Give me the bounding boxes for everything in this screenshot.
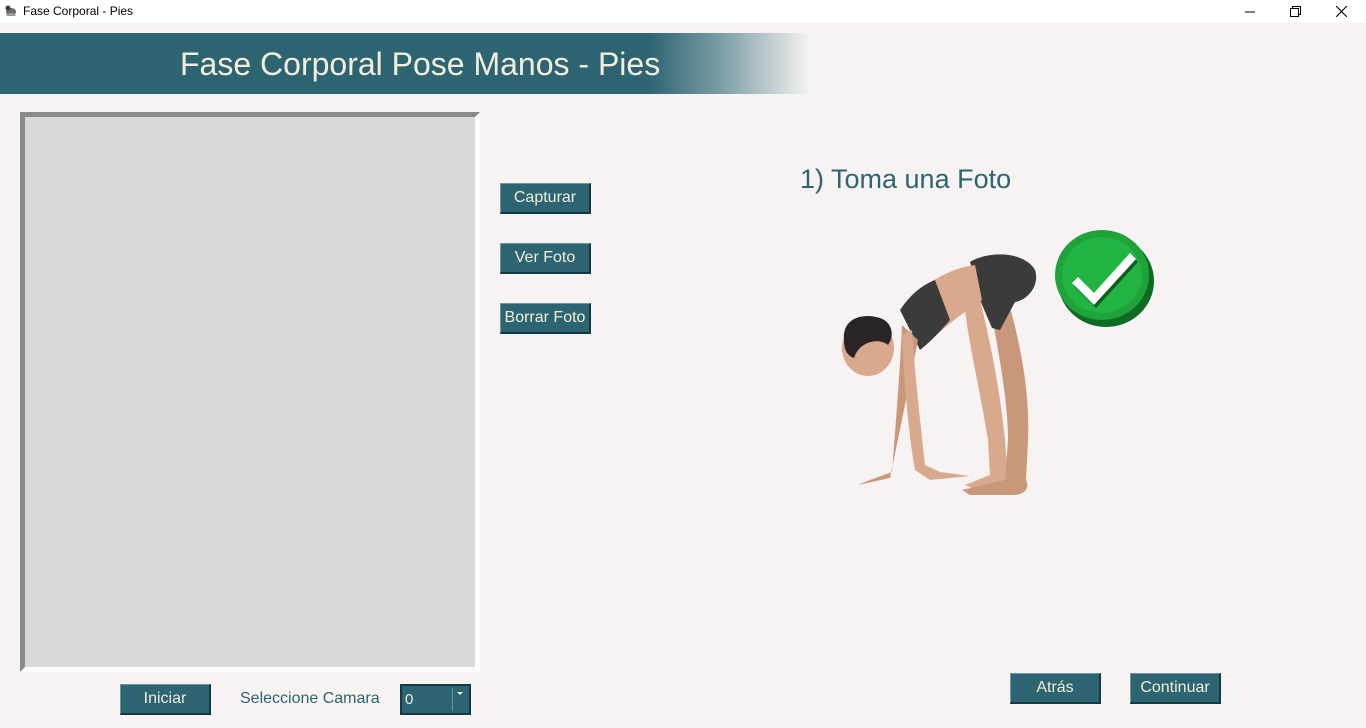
camera-select-label: Seleccione Camara: [240, 690, 380, 707]
capture-button[interactable]: Capturar: [500, 183, 591, 214]
continue-button[interactable]: Continuar: [1130, 673, 1221, 704]
pose-illustration: [842, 254, 1037, 495]
minimize-icon: [1245, 11, 1255, 12]
app-icon: [5, 5, 16, 16]
close-icon: [1335, 6, 1347, 17]
page-title: Fase Corporal Pose Manos - Pies: [180, 46, 661, 82]
maximize-icon: [1289, 6, 1301, 17]
start-camera-button[interactable]: Iniciar: [120, 684, 211, 715]
back-button[interactable]: Atrás: [1010, 673, 1101, 704]
checkmark-icon: [1055, 230, 1154, 327]
camera-select-value: 0: [405, 691, 414, 708]
step-instruction: 1) Toma una Foto: [800, 164, 1012, 194]
minimize-button[interactable]: [1227, 0, 1273, 23]
camera-select[interactable]: 0: [400, 684, 471, 715]
maximize-button[interactable]: [1272, 0, 1318, 23]
close-button[interactable]: [1318, 0, 1364, 23]
camera-select-arrow[interactable]: [452, 688, 467, 711]
view-photo-button[interactable]: Ver Foto: [500, 243, 591, 274]
camera-preview: [20, 112, 480, 672]
header-banner: Fase Corporal Pose Manos - Pies: [0, 33, 810, 94]
chevron-down-icon: [457, 692, 463, 695]
window-titlebar: Fase Corporal - Pies: [0, 0, 1366, 23]
window-title: Fase Corporal - Pies: [23, 4, 134, 18]
delete-photo-button[interactable]: Borrar Foto: [500, 303, 591, 334]
